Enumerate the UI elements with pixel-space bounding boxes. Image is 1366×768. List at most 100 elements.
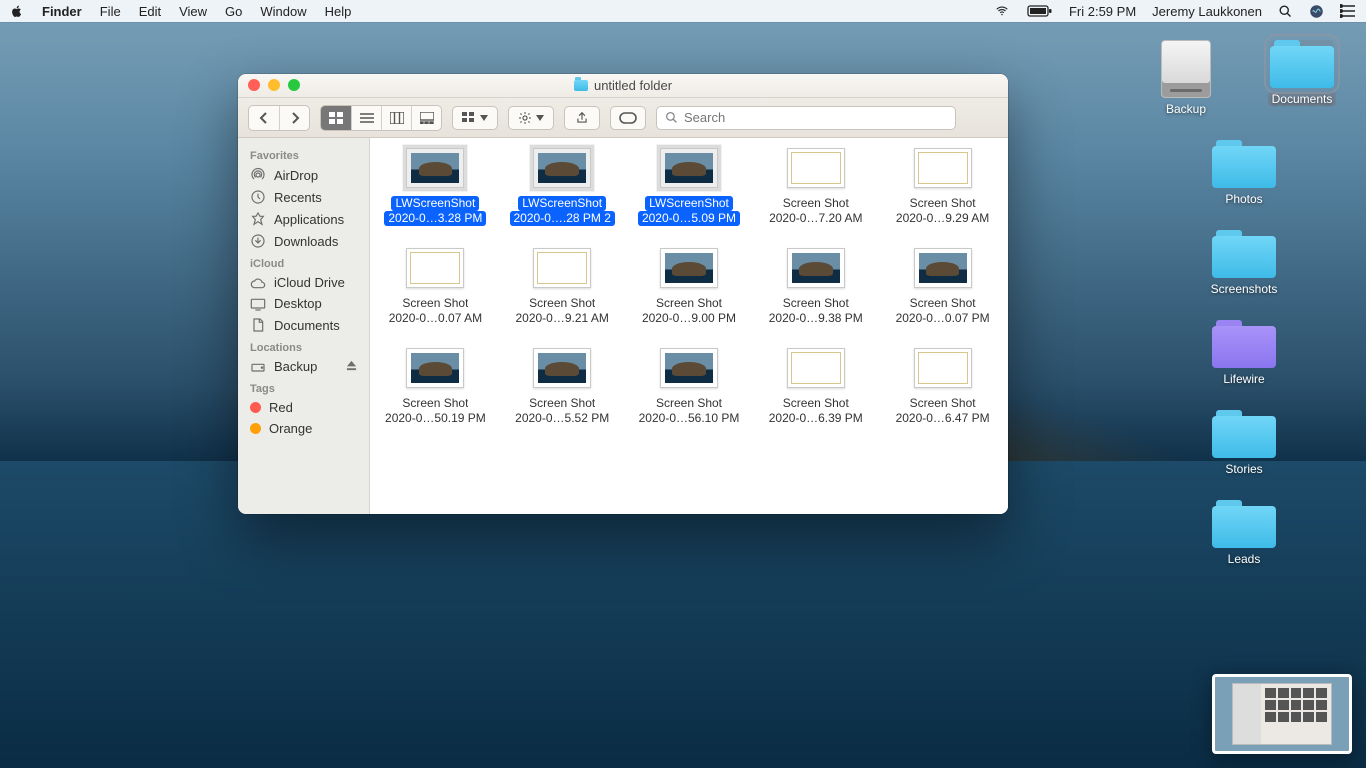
wifi-icon[interactable] [993,4,1011,18]
column-view-button[interactable] [381,106,411,130]
sidebar-header-favorites: Favorites [238,144,369,164]
file-name-line2: 2020-0…0.07 PM [896,311,990,326]
file-name-line1: Screen Shot [529,396,595,411]
gallery-view-button[interactable] [411,106,441,130]
file-thumbnail [406,148,464,188]
share-button[interactable] [564,106,600,130]
menu-help[interactable]: Help [325,4,352,19]
file-thumbnail [787,148,845,188]
icon-view-button[interactable] [321,106,351,130]
folder-icon [1212,410,1276,458]
file-item[interactable]: LWScreenShot2020-0…3.28 PM [374,148,497,226]
window-titlebar[interactable]: untitled folder [238,74,1008,98]
sidebar-header-tags: Tags [238,377,369,397]
sidebar-header-locations: Locations [238,336,369,356]
sidebar-tag-red[interactable]: Red [238,397,369,418]
file-item[interactable]: LWScreenShot2020-0…5.09 PM [628,148,751,226]
folder-icon [1212,500,1276,548]
close-button[interactable] [248,79,260,91]
sidebar-item-recents[interactable]: Recents [238,186,369,208]
file-name-line1: Screen Shot [402,296,468,311]
desktop-folder-stories[interactable]: Stories [1198,410,1290,476]
sidebar-item-icloud-drive[interactable]: iCloud Drive [238,272,369,293]
menu-edit[interactable]: Edit [139,4,161,19]
list-view-button[interactable] [351,106,381,130]
file-item[interactable]: Screen Shot2020-0…50.19 PM [374,348,497,426]
search-input[interactable] [684,110,947,125]
action-menu-button[interactable] [508,106,554,130]
desktop-folder-leads[interactable]: Leads [1198,500,1290,566]
apple-menu-icon[interactable] [10,4,24,18]
file-item[interactable]: Screen Shot2020-0…0.07 PM [881,248,1004,326]
minimize-button[interactable] [268,79,280,91]
file-name-line2: 2020-0….28 PM 2 [510,211,615,226]
eject-icon[interactable] [346,359,357,374]
battery-icon[interactable] [1027,4,1053,18]
file-item[interactable]: Screen Shot2020-0…6.47 PM [881,348,1004,426]
search-field[interactable] [656,106,956,130]
file-item[interactable]: Screen Shot2020-0…56.10 PM [628,348,751,426]
file-name-line1: Screen Shot [529,296,595,311]
file-item[interactable]: Screen Shot2020-0…6.39 PM [754,348,877,426]
notification-center-icon[interactable] [1340,4,1356,18]
desktop-drive-backup[interactable]: Backup [1140,40,1232,116]
file-name-line1: Screen Shot [783,296,849,311]
desktop-folder-lifewire[interactable]: Lifewire [1198,320,1290,386]
sidebar-item-desktop[interactable]: Desktop [238,293,369,314]
desktop-icon [250,297,266,311]
file-name-line2: 2020-0…9.00 PM [642,311,736,326]
finder-content[interactable]: LWScreenShot2020-0…3.28 PMLWScreenShot20… [370,138,1008,514]
file-item[interactable]: Screen Shot2020-0…9.38 PM [754,248,877,326]
tags-button[interactable] [610,106,646,130]
screenshot-preview-thumbnail[interactable] [1212,674,1352,754]
forward-button[interactable] [279,106,309,130]
file-name-line2: 2020-0…9.21 AM [515,311,608,326]
group-by-button[interactable] [452,106,498,130]
file-thumbnail [914,248,972,288]
file-item[interactable]: Screen Shot2020-0…0.07 AM [374,248,497,326]
active-app-name[interactable]: Finder [42,4,82,19]
file-item[interactable]: Screen Shot2020-0…9.29 AM [881,148,1004,226]
file-name-line2: 2020-0…5.52 PM [515,411,609,426]
desktop-folder-photos[interactable]: Photos [1198,140,1290,206]
menu-file[interactable]: File [100,4,121,19]
spotlight-icon[interactable] [1278,4,1293,19]
sidebar-item-applications[interactable]: Applications [238,208,369,230]
file-thumbnail [660,148,718,188]
desktop-folder-screenshots[interactable]: Screenshots [1198,230,1290,296]
file-name-line1: Screen Shot [910,296,976,311]
menu-view[interactable]: View [179,4,207,19]
user-name[interactable]: Jeremy Laukkonen [1152,4,1262,19]
sidebar-tag-orange[interactable]: Orange [238,418,369,439]
menu-window[interactable]: Window [260,4,306,19]
file-thumbnail [406,348,464,388]
sidebar-item-downloads[interactable]: Downloads [238,230,369,252]
file-item[interactable]: LWScreenShot2020-0….28 PM 2 [501,148,624,226]
clock[interactable]: Fri 2:59 PM [1069,4,1136,19]
file-name-line2: 2020-0…6.39 PM [769,411,863,426]
folder-icon [1212,230,1276,278]
menu-go[interactable]: Go [225,4,242,19]
cloud-icon [250,276,266,290]
file-name-line1: LWScreenShot [645,196,733,211]
file-item[interactable]: Screen Shot2020-0…5.52 PM [501,348,624,426]
sidebar-item-backup[interactable]: Backup [238,356,369,377]
sidebar-item-documents[interactable]: Documents [238,314,369,336]
file-name-line1: Screen Shot [783,396,849,411]
file-item[interactable]: Screen Shot2020-0…9.00 PM [628,248,751,326]
view-mode-buttons [320,105,442,131]
window-title: untitled folder [594,78,672,93]
applications-icon [250,211,266,227]
back-button[interactable] [249,106,279,130]
zoom-button[interactable] [288,79,300,91]
sidebar-item-airdrop[interactable]: AirDrop [238,164,369,186]
file-thumbnail [406,248,464,288]
siri-icon[interactable] [1309,4,1324,19]
sidebar-header-icloud: iCloud [238,252,369,272]
desktop-folder-documents[interactable]: Documents [1256,40,1348,116]
file-name-line2: 2020-0…56.10 PM [639,411,740,426]
external-drive-icon [1161,40,1211,98]
file-item[interactable]: Screen Shot2020-0…9.21 AM [501,248,624,326]
file-item[interactable]: Screen Shot2020-0…7.20 AM [754,148,877,226]
search-icon [665,111,678,124]
